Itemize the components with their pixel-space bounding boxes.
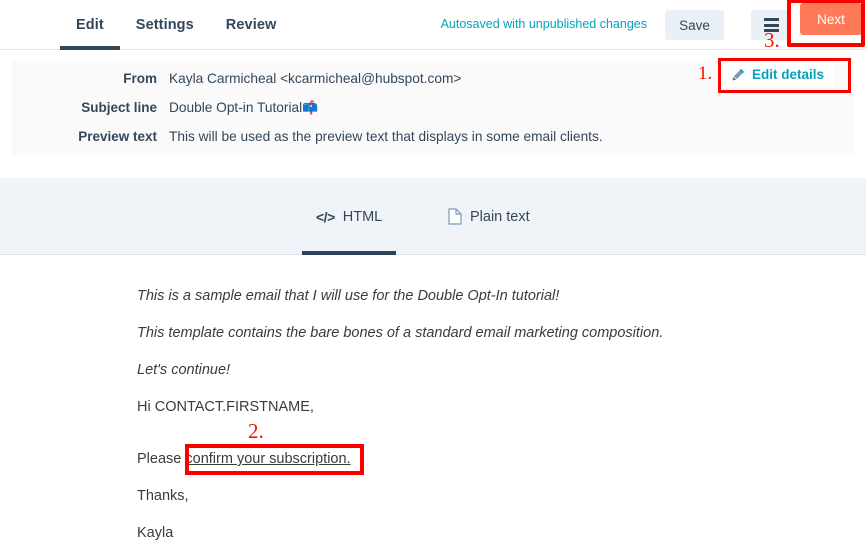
main-nav-tabs: Edit Settings Review bbox=[60, 0, 292, 50]
from-value: Kayla Carmicheal <kcarmicheal@hubspot.co… bbox=[169, 71, 462, 86]
email-body-canvas[interactable]: This is a sample email that I will use f… bbox=[0, 256, 866, 551]
edit-details-label: Edit details bbox=[752, 67, 825, 82]
from-label: From bbox=[123, 71, 157, 86]
autosave-status: Autosaved with unpublished changes bbox=[440, 17, 647, 31]
subject-line-value: Double Opt-in Tutorial📫 bbox=[169, 98, 318, 119]
code-icon: </> bbox=[316, 208, 335, 225]
document-icon bbox=[448, 208, 462, 225]
body-signoff-line: Thanks, bbox=[137, 488, 189, 504]
confirm-subscription-link[interactable]: confirm your subscription. bbox=[185, 451, 350, 467]
tab-review[interactable]: Review bbox=[210, 0, 293, 50]
body-line-1: This is a sample email that I will use f… bbox=[137, 288, 560, 304]
annotation-number-3: 3. bbox=[764, 28, 780, 52]
body-cta-line: Please confirm your subscription. bbox=[137, 451, 351, 467]
detail-row-preview: Preview text This will be used as the pr… bbox=[12, 127, 854, 153]
annotation-number-2: 2. bbox=[248, 419, 264, 443]
tab-plain-text[interactable]: Plain text bbox=[434, 178, 544, 255]
edit-details-button[interactable]: Edit details bbox=[722, 62, 834, 87]
tab-plain-text-label: Plain text bbox=[470, 208, 530, 225]
tab-edit[interactable]: Edit bbox=[60, 0, 120, 50]
tab-settings-label: Settings bbox=[135, 17, 194, 33]
tab-html[interactable]: </> HTML bbox=[302, 178, 397, 255]
tab-edit-label: Edit bbox=[76, 17, 104, 33]
next-button[interactable]: Next bbox=[800, 3, 862, 35]
cta-prefix-text: Please bbox=[137, 451, 186, 467]
preview-text-label: Preview text bbox=[78, 129, 157, 144]
body-greeting-line: Hi CONTACT.FIRSTNAME, bbox=[137, 399, 314, 415]
save-button[interactable]: Save bbox=[665, 10, 724, 40]
tab-settings[interactable]: Settings bbox=[120, 0, 210, 50]
mailbox-emoji-icon: 📫 bbox=[302, 101, 319, 116]
body-signature-line: Kayla bbox=[137, 525, 174, 541]
subject-line-text: Double Opt-in Tutorial bbox=[169, 100, 303, 115]
next-button-wrapper: Next bbox=[787, 0, 865, 47]
email-editor-screen: Edit Settings Review Autosaved with unpu… bbox=[0, 0, 866, 551]
body-line-3: Let's continue! bbox=[137, 362, 231, 378]
top-toolbar: Edit Settings Review Autosaved with unpu… bbox=[0, 0, 866, 50]
body-line-2: This template contains the bare bones of… bbox=[137, 325, 664, 341]
annotation-number-1: 1. bbox=[698, 63, 713, 84]
pencil-icon bbox=[732, 68, 744, 81]
content-type-tab-bar: </> HTML Plain text bbox=[0, 178, 866, 255]
preview-text-value: This will be used as the preview text th… bbox=[169, 129, 603, 144]
tab-review-label: Review bbox=[225, 17, 277, 33]
detail-row-subject: Subject line Double Opt-in Tutorial📫 bbox=[12, 98, 854, 124]
tab-html-label: HTML bbox=[342, 208, 383, 225]
subject-line-label: Subject line bbox=[81, 100, 157, 115]
